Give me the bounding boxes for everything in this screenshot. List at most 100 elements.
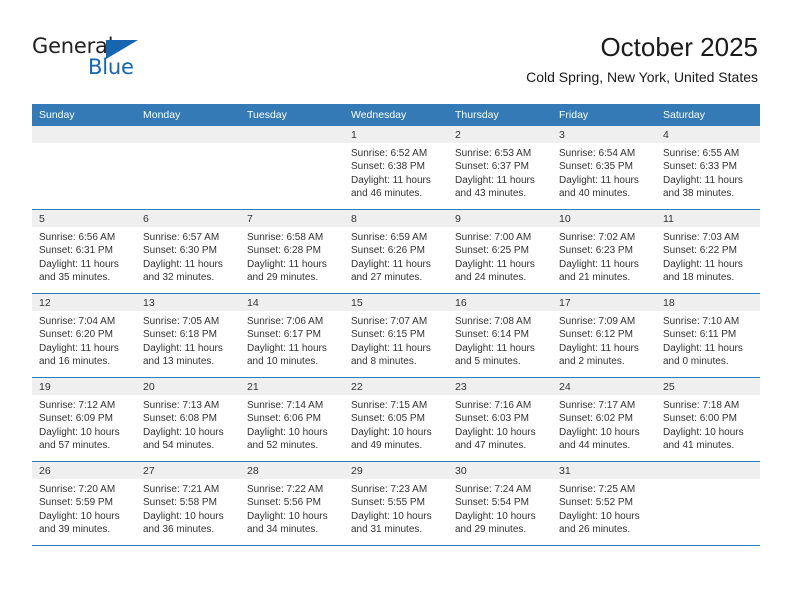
day-detail-daylight-line2: and 26 minutes. <box>559 523 631 535</box>
day-detail-sunrise: Sunrise: 7:03 AM <box>663 232 740 243</box>
calendar-day-cell[interactable]: 5 Sunrise: 6:56 AM Sunset: 6:31 PM Daylight… <box>32 210 136 293</box>
calendar-day-cell[interactable]: 2 Sunrise: 6:53 AM Sunset: 6:37 PM Daylight… <box>448 126 552 209</box>
calendar-day-cell[interactable]: 28 Sunrise: 7:22 AM Sunset: 5:56 PM Dayligh… <box>240 462 344 545</box>
calendar-day-cell[interactable]: 15 Sunrise: 7:07 AM Sunset: 6:15 PM Dayligh… <box>344 294 448 377</box>
day-number: 26 <box>32 462 136 479</box>
day-detail-sunset: Sunset: 5:52 PM <box>559 497 633 509</box>
day-details: Sunrise: 7:05 AM Sunset: 6:18 PM Daylight:… <box>136 311 240 368</box>
day-detail-daylight-line2: and 41 minutes. <box>663 439 735 451</box>
page-header: General Blue October 2025 Cold Spring, N… <box>0 0 792 100</box>
day-details: Sunrise: 7:18 AM Sunset: 6:00 PM Daylight:… <box>656 395 760 452</box>
day-details: Sunrise: 7:24 AM Sunset: 5:54 PM Daylight:… <box>448 479 552 536</box>
day-detail-daylight-line1: Daylight: 11 hours <box>247 342 327 354</box>
day-detail-sunset: Sunset: 6:25 PM <box>455 245 529 257</box>
calendar-week-row: 1 Sunrise: 6:52 AM Sunset: 6:38 PM Daylight… <box>32 126 760 210</box>
calendar-day-cell[interactable]: 17 Sunrise: 7:09 AM Sunset: 6:12 PM Dayligh… <box>552 294 656 377</box>
calendar-day-cell[interactable]: 1 Sunrise: 6:52 AM Sunset: 6:38 PM Daylight… <box>344 126 448 209</box>
general-blue-logo[interactable]: General Blue <box>32 36 162 86</box>
calendar-day-cell[interactable]: 31 Sunrise: 7:25 AM Sunset: 5:52 PM Dayligh… <box>552 462 656 545</box>
calendar-day-cell[interactable]: 12 Sunrise: 7:04 AM Sunset: 6:20 PM Dayligh… <box>32 294 136 377</box>
title-block: October 2025 Cold Spring, New York, Unit… <box>526 32 758 86</box>
day-detail-daylight-line2: and 0 minutes. <box>663 355 729 367</box>
day-detail-sunrise: Sunrise: 6:53 AM <box>455 148 532 159</box>
calendar-day-cell[interactable]: 6 Sunrise: 6:57 AM Sunset: 6:30 PM Daylight… <box>136 210 240 293</box>
calendar-cell: 19 Sunrise: 7:12 AM Sunset: 6:09 PM Dayligh… <box>32 377 136 462</box>
day-detail-sunset: Sunset: 6:20 PM <box>39 329 113 341</box>
calendar-day-cell[interactable]: 24 Sunrise: 7:17 AM Sunset: 6:02 PM Dayligh… <box>552 378 656 461</box>
day-detail-daylight-line1: Daylight: 11 hours <box>39 342 119 354</box>
calendar-day-cell[interactable]: 23 Sunrise: 7:16 AM Sunset: 6:03 PM Dayligh… <box>448 378 552 461</box>
calendar-day-cell[interactable]: 22 Sunrise: 7:15 AM Sunset: 6:05 PM Dayligh… <box>344 378 448 461</box>
calendar-day-cell[interactable]: 30 Sunrise: 7:24 AM Sunset: 5:54 PM Dayligh… <box>448 462 552 545</box>
day-details: Sunrise: 6:59 AM Sunset: 6:26 PM Daylight:… <box>344 227 448 284</box>
day-details: Sunrise: 7:06 AM Sunset: 6:17 PM Daylight:… <box>240 311 344 368</box>
day-detail-daylight-line2: and 43 minutes. <box>455 187 527 199</box>
day-detail-daylight-line1: Daylight: 10 hours <box>351 510 432 522</box>
day-detail-daylight-line1: Daylight: 11 hours <box>455 174 535 186</box>
day-detail-sunrise: Sunrise: 7:05 AM <box>143 316 220 327</box>
day-detail-sunrise: Sunrise: 7:23 AM <box>351 484 428 495</box>
day-details: Sunrise: 7:00 AM Sunset: 6:25 PM Daylight:… <box>448 227 552 284</box>
day-detail-sunset: Sunset: 6:22 PM <box>663 245 737 257</box>
day-detail-daylight-line2: and 32 minutes. <box>143 271 215 283</box>
day-detail-sunset: Sunset: 5:59 PM <box>39 497 113 509</box>
calendar-day-cell[interactable]: 4 Sunrise: 6:55 AM Sunset: 6:33 PM Daylight… <box>656 126 760 209</box>
calendar-day-cell[interactable]: 26 Sunrise: 7:20 AM Sunset: 5:59 PM Dayligh… <box>32 462 136 545</box>
day-number: 20 <box>136 378 240 395</box>
day-detail-daylight-line2: and 46 minutes. <box>351 187 423 199</box>
day-number: 6 <box>136 210 240 227</box>
day-detail-sunrise: Sunrise: 7:00 AM <box>455 232 532 243</box>
day-details: Sunrise: 7:07 AM Sunset: 6:15 PM Daylight:… <box>344 311 448 368</box>
day-detail-daylight-line2: and 31 minutes. <box>351 523 423 535</box>
calendar-day-cell[interactable]: 14 Sunrise: 7:06 AM Sunset: 6:17 PM Dayligh… <box>240 294 344 377</box>
calendar-cell: 1 Sunrise: 6:52 AM Sunset: 6:38 PM Daylight… <box>344 126 448 210</box>
day-detail-daylight-line2: and 54 minutes. <box>143 439 215 451</box>
day-details: Sunrise: 7:08 AM Sunset: 6:14 PM Daylight:… <box>448 311 552 368</box>
day-detail-daylight-line2: and 27 minutes. <box>351 271 423 283</box>
day-details: Sunrise: 7:10 AM Sunset: 6:11 PM Daylight:… <box>656 311 760 368</box>
day-detail-sunrise: Sunrise: 6:57 AM <box>143 232 220 243</box>
day-detail-sunrise: Sunrise: 7:15 AM <box>351 400 428 411</box>
day-detail-daylight-line1: Daylight: 10 hours <box>143 510 224 522</box>
day-number: 16 <box>448 294 552 311</box>
calendar-day-cell[interactable]: 9 Sunrise: 7:00 AM Sunset: 6:25 PM Daylight… <box>448 210 552 293</box>
day-details: Sunrise: 7:02 AM Sunset: 6:23 PM Daylight:… <box>552 227 656 284</box>
day-detail-sunset: Sunset: 6:26 PM <box>351 245 425 257</box>
day-number: 4 <box>656 126 760 143</box>
calendar-cell: 24 Sunrise: 7:17 AM Sunset: 6:02 PM Dayligh… <box>552 377 656 462</box>
day-detail-sunrise: Sunrise: 7:21 AM <box>143 484 220 495</box>
calendar-day-cell[interactable]: 25 Sunrise: 7:18 AM Sunset: 6:00 PM Dayligh… <box>656 378 760 461</box>
calendar-day-cell[interactable]: 27 Sunrise: 7:21 AM Sunset: 5:58 PM Dayligh… <box>136 462 240 545</box>
calendar-cell: 15 Sunrise: 7:07 AM Sunset: 6:15 PM Dayligh… <box>344 293 448 378</box>
calendar-day-cell[interactable]: 13 Sunrise: 7:05 AM Sunset: 6:18 PM Dayligh… <box>136 294 240 377</box>
day-detail-daylight-line2: and 44 minutes. <box>559 439 631 451</box>
day-detail-daylight-line1: Daylight: 11 hours <box>351 174 431 186</box>
calendar-day-cell[interactable]: 18 Sunrise: 7:10 AM Sunset: 6:11 PM Dayligh… <box>656 294 760 377</box>
calendar-day-cell[interactable]: 21 Sunrise: 7:14 AM Sunset: 6:06 PM Dayligh… <box>240 378 344 461</box>
weekday-header-thursday: Thursday <box>448 104 552 126</box>
day-number <box>136 126 240 143</box>
day-detail-sunrise: Sunrise: 7:10 AM <box>663 316 740 327</box>
calendar-day-cell[interactable]: 16 Sunrise: 7:08 AM Sunset: 6:14 PM Dayligh… <box>448 294 552 377</box>
calendar-day-cell[interactable]: 7 Sunrise: 6:58 AM Sunset: 6:28 PM Daylight… <box>240 210 344 293</box>
day-detail-daylight-line2: and 39 minutes. <box>39 523 111 535</box>
day-detail-sunset: Sunset: 6:05 PM <box>351 413 425 425</box>
calendar-day-cell[interactable]: 3 Sunrise: 6:54 AM Sunset: 6:35 PM Daylight… <box>552 126 656 209</box>
day-details: Sunrise: 6:56 AM Sunset: 6:31 PM Daylight:… <box>32 227 136 284</box>
day-detail-sunrise: Sunrise: 7:02 AM <box>559 232 636 243</box>
day-details: Sunrise: 7:12 AM Sunset: 6:09 PM Daylight:… <box>32 395 136 452</box>
calendar-day-cell[interactable]: 8 Sunrise: 6:59 AM Sunset: 6:26 PM Daylight… <box>344 210 448 293</box>
calendar-cell: 3 Sunrise: 6:54 AM Sunset: 6:35 PM Daylight… <box>552 126 656 210</box>
calendar-cell: 5 Sunrise: 6:56 AM Sunset: 6:31 PM Daylight… <box>32 209 136 294</box>
calendar-day-cell[interactable]: 29 Sunrise: 7:23 AM Sunset: 5:55 PM Dayligh… <box>344 462 448 545</box>
calendar-day-cell[interactable]: 19 Sunrise: 7:12 AM Sunset: 6:09 PM Dayligh… <box>32 378 136 461</box>
day-detail-daylight-line2: and 24 minutes. <box>455 271 527 283</box>
day-number: 9 <box>448 210 552 227</box>
day-detail-daylight-line1: Daylight: 11 hours <box>143 342 223 354</box>
calendar-cell: 21 Sunrise: 7:14 AM Sunset: 6:06 PM Dayligh… <box>240 377 344 462</box>
calendar-day-cell[interactable]: 11 Sunrise: 7:03 AM Sunset: 6:22 PM Dayligh… <box>656 210 760 293</box>
calendar-day-cell[interactable]: 20 Sunrise: 7:13 AM Sunset: 6:08 PM Dayligh… <box>136 378 240 461</box>
day-detail-daylight-line2: and 36 minutes. <box>143 523 215 535</box>
calendar-day-cell[interactable]: 10 Sunrise: 7:02 AM Sunset: 6:23 PM Dayligh… <box>552 210 656 293</box>
calendar-cell: 26 Sunrise: 7:20 AM Sunset: 5:59 PM Dayligh… <box>32 461 136 546</box>
